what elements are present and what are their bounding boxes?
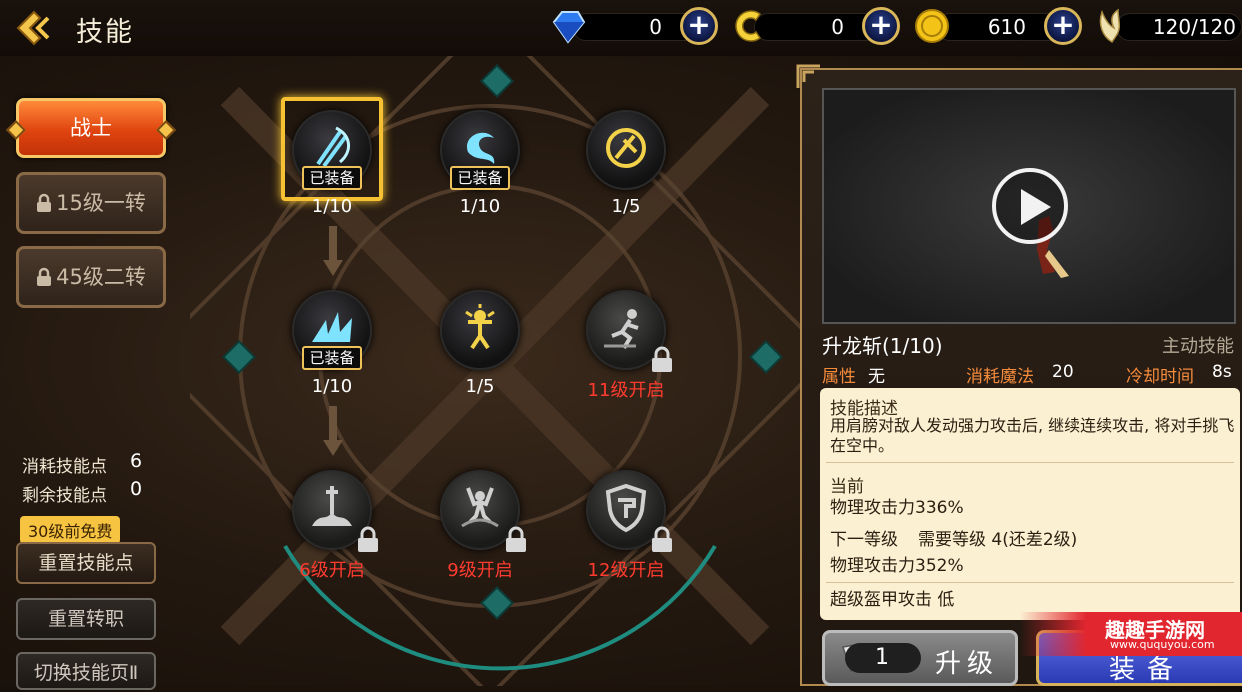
gold-coin-icon <box>915 9 949 43</box>
skill-node-8[interactable]: 9级开启 <box>440 470 526 581</box>
shield-icon <box>605 483 647 533</box>
skill-node-5[interactable]: 1/5 <box>440 290 520 397</box>
leap-strike-icon <box>606 128 646 168</box>
reset-class-button[interactable]: 重置转职 <box>16 598 156 640</box>
skill-node-7[interactable]: 6级开启 <box>292 470 378 581</box>
tab-second-advancement-label: 45级二转 <box>56 265 146 289</box>
lock-icon <box>506 526 526 552</box>
power-aura-icon <box>465 304 495 350</box>
stamina-resource: 120/120 <box>1092 6 1242 46</box>
tab-ornament-left <box>6 120 26 140</box>
skill-node-rising-dragon[interactable]: 已装备 1/10 <box>292 110 372 217</box>
switch-skill-page-button[interactable]: 切换技能页Ⅱ <box>16 652 156 690</box>
play-icon <box>1021 189 1051 225</box>
tab-second-advancement[interactable]: 45级二转 <box>16 246 166 308</box>
equipped-badge: 已装备 <box>450 166 510 190</box>
tab-first-advancement-label: 15级一转 <box>56 191 146 215</box>
skill-level: 1/10 <box>311 196 353 217</box>
skill-node-2[interactable]: 已装备 1/10 <box>440 110 520 217</box>
skill-unlock-level: 11级开启 <box>587 380 665 401</box>
diamond-icon <box>552 11 586 44</box>
diamond-resource: 0 + <box>548 6 724 46</box>
add-crescent-button[interactable]: + <box>862 7 900 45</box>
tab-ornament-right <box>156 120 176 140</box>
skill-level: 1/5 <box>611 196 641 217</box>
tree-arrow-down <box>323 226 343 276</box>
gold-resource: 610 + <box>912 6 1088 46</box>
attribute-value: 无 <box>868 367 885 387</box>
equipped-badge: 已装备 <box>302 166 362 190</box>
tree-arrow-down <box>323 406 343 456</box>
crescent-count: 0 <box>831 15 844 39</box>
skill-unlock-level: 9级开启 <box>447 560 513 581</box>
upgrade-label: 升级 <box>935 649 1000 679</box>
skill-type: 主动技能 <box>1162 336 1234 357</box>
mp-cost-label: 消耗魔法 <box>966 367 1034 387</box>
divider <box>826 462 1234 463</box>
lock-icon <box>652 526 672 552</box>
current-level-value: 物理攻击力336% <box>830 498 964 518</box>
top-bar: 技能 0 + 0 + 610 + 120/120 <box>0 0 1242 56</box>
dash-icon <box>604 309 639 350</box>
ground-slam-icon <box>312 486 352 526</box>
skill-node-6[interactable]: 11级开启 <box>586 290 672 401</box>
upgrade-button[interactable]: 1 升级 <box>822 630 1018 686</box>
upgrade-cost: 1 <box>845 643 921 673</box>
diamond-count: 0 <box>649 15 662 39</box>
add-diamond-button[interactable]: + <box>680 7 718 45</box>
panel-corner-ornament <box>796 64 820 88</box>
watermark-url: www.ququyou.com <box>1110 638 1215 651</box>
remaining-skill-points-value: 0 <box>130 478 143 500</box>
lock-icon <box>358 526 378 552</box>
tab-first-advancement[interactable]: 15级一转 <box>16 172 166 234</box>
mp-cost-value: 20 <box>1052 362 1074 382</box>
tab-warrior-label: 战士 <box>70 116 112 140</box>
skill-name: 升龙斩(1/10) <box>822 334 943 358</box>
crescent-coin-icon <box>735 10 762 42</box>
stamina-count: 120/120 <box>1152 15 1236 39</box>
cooldown-label: 冷却时间 <box>1126 367 1194 387</box>
skill-level: 1/10 <box>311 376 353 397</box>
gold-count: 610 <box>987 15 1026 39</box>
skill-description-box: 技能描述 用肩膀对敌人发动强力攻击后, 继续连续攻击, 将对手挑飞在空中。 当前… <box>820 388 1240 620</box>
wing-icon <box>1099 8 1121 44</box>
play-button[interactable] <box>992 168 1068 244</box>
equipped-badge: 已装备 <box>302 346 362 370</box>
lock-icon <box>37 193 52 212</box>
skill-node-4[interactable]: 已装备 1/10 <box>292 290 372 397</box>
attribute-label: 属性 <box>822 367 856 387</box>
skill-level: 1/5 <box>465 376 495 397</box>
used-skill-points-value: 6 <box>130 450 143 472</box>
back-arrow-icon[interactable] <box>12 8 56 48</box>
next-level-requirement: 需要等级 4(还差2级) <box>918 530 1078 550</box>
lock-icon <box>652 346 672 372</box>
crescent-resource: 0 + <box>730 6 906 46</box>
page-title: 技能 <box>76 17 134 48</box>
skill-node-9[interactable]: 12级开启 <box>586 470 672 581</box>
skill-unlock-level: 12级开启 <box>587 560 665 581</box>
description-body: 用肩膀对敌人发动强力攻击后, 继续连续攻击, 将对手挑飞在空中。 <box>830 416 1235 455</box>
tab-warrior[interactable]: 战士 <box>6 98 176 158</box>
skill-node-3[interactable]: 1/5 <box>586 110 666 217</box>
free-reset-tag: 30级前免费 <box>20 516 121 544</box>
current-level-title: 当前 <box>830 477 864 497</box>
skill-level: 1/10 <box>459 196 501 217</box>
skill-unlock-level: 6级开启 <box>299 560 365 581</box>
super-armor-info: 超级盔甲攻击 低 <box>830 590 955 610</box>
lock-icon <box>37 267 52 286</box>
add-gold-button[interactable]: + <box>1044 7 1082 45</box>
remaining-skill-points-label: 剩余技能点 <box>22 486 107 506</box>
used-skill-points-label: 消耗技能点 <box>22 457 107 477</box>
divider <box>826 582 1234 583</box>
next-level-value: 物理攻击力352% <box>830 556 964 576</box>
uppercut-icon <box>461 487 499 528</box>
cooldown-value: 8s <box>1212 362 1232 382</box>
next-level-label: 下一等级 <box>830 530 898 550</box>
reset-skill-points-button[interactable]: 重置技能点 <box>16 542 156 584</box>
